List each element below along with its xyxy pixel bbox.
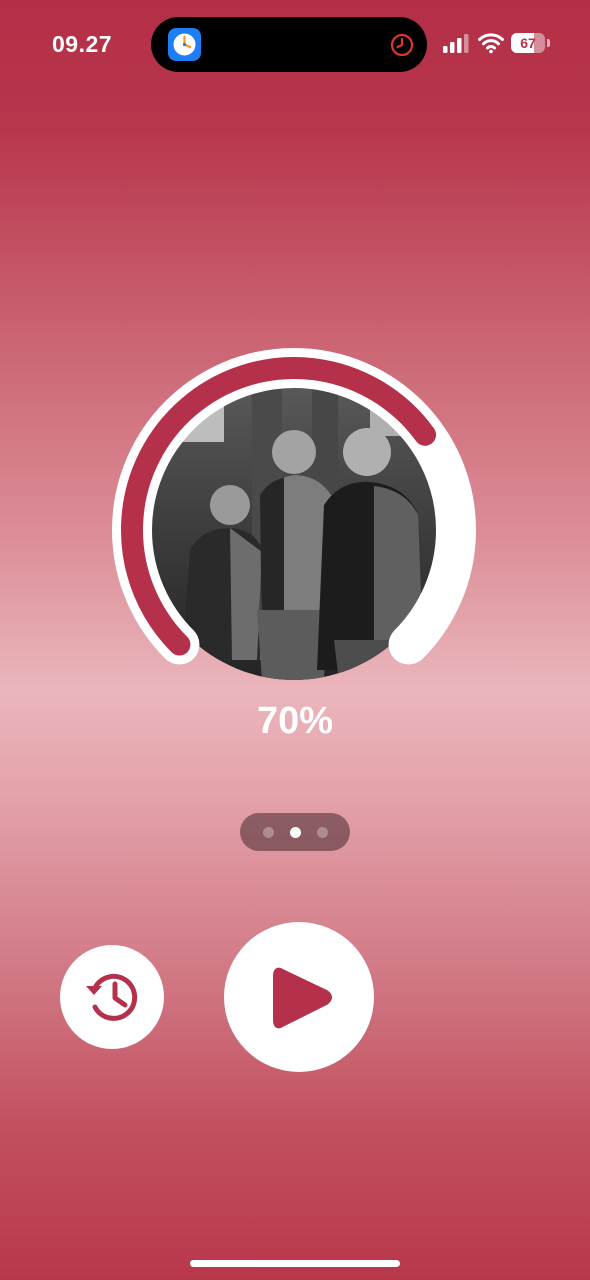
- wifi-icon: [478, 32, 504, 54]
- play-button[interactable]: [224, 922, 374, 1072]
- page-dot[interactable]: [263, 827, 274, 838]
- clock-app-icon[interactable]: [168, 28, 201, 61]
- progress-percent-label: 70%: [256, 700, 334, 742]
- status-time: 09.27: [52, 31, 113, 57]
- page-dot[interactable]: [317, 827, 328, 838]
- cellular-signal-icon: [443, 33, 469, 53]
- timer-icon[interactable]: [389, 32, 415, 58]
- page-dot-active[interactable]: [290, 827, 301, 838]
- history-icon: [86, 973, 138, 1021]
- progress-ring[interactable]: [112, 340, 482, 710]
- history-button[interactable]: [60, 945, 164, 1049]
- status-bar: 09.27 67: [0, 0, 590, 90]
- battery-level: 67: [520, 35, 536, 51]
- battery-indicator: 67: [511, 33, 545, 53]
- home-indicator[interactable]: [190, 1260, 400, 1267]
- page-indicator[interactable]: [240, 813, 350, 851]
- dynamic-island[interactable]: [151, 17, 427, 72]
- play-icon: [273, 967, 332, 1029]
- battery-cap: [547, 39, 550, 47]
